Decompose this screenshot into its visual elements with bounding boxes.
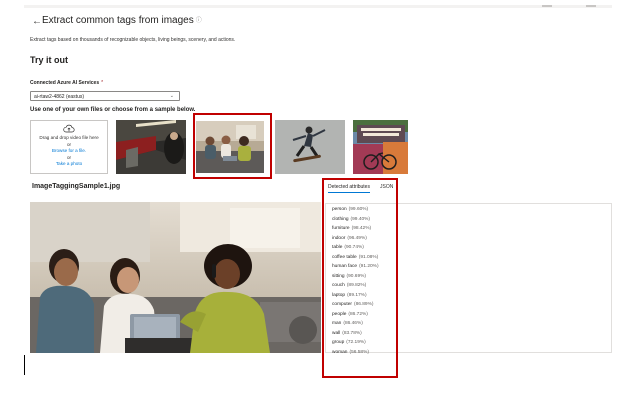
page-title: Extract common tags from images ⓘ xyxy=(42,15,202,26)
sample-thumbnail-bicycle[interactable] xyxy=(353,120,408,174)
take-photo-link[interactable]: Take a photo xyxy=(31,161,107,168)
meeting-photo xyxy=(30,202,321,353)
page-title-text: Extract common tags from images xyxy=(42,15,194,26)
subway-image xyxy=(116,120,186,174)
service-label: Connected Azure AI Services * xyxy=(30,80,103,86)
sample-instruction: Use one of your own files or choose from… xyxy=(30,107,196,113)
info-icon[interactable]: ⓘ xyxy=(196,18,202,24)
page-subtitle: Extract tags based on thousands of recog… xyxy=(30,37,236,43)
dropzone-text: Drag and drop video file here xyxy=(39,135,99,140)
back-arrow-icon[interactable]: ← xyxy=(32,16,42,27)
chevron-down-icon: ⌄ xyxy=(169,93,174,99)
service-dropdown[interactable]: ai-rtaw2-4862 (eastus) ⌄ xyxy=(30,91,180,101)
selected-sample-highlight xyxy=(193,113,272,179)
attributes-highlight xyxy=(322,178,398,378)
result-file-name: ImageTaggingSample1.jpg xyxy=(32,183,121,190)
sample-thumbnail-subway[interactable] xyxy=(116,120,186,174)
bicycle-image xyxy=(353,120,408,174)
top-bar xyxy=(24,5,612,8)
top-bar-mark xyxy=(542,5,552,7)
service-dropdown-value: ai-rtaw2-4862 (eastus) xyxy=(34,94,85,100)
cloud-upload-icon xyxy=(63,124,75,133)
file-dropzone[interactable]: Drag and drop video file here or Browse … xyxy=(30,120,108,174)
top-bar-mark xyxy=(586,5,596,7)
text-cursor xyxy=(24,355,25,375)
service-label-text: Connected Azure AI Services xyxy=(30,80,100,86)
try-it-out-heading: Try it out xyxy=(30,55,68,65)
sample-thumbnail-skateboarder[interactable] xyxy=(275,120,345,174)
analyzed-image xyxy=(30,202,321,353)
required-mark: * xyxy=(101,80,104,86)
skateboarder-image xyxy=(275,120,345,174)
